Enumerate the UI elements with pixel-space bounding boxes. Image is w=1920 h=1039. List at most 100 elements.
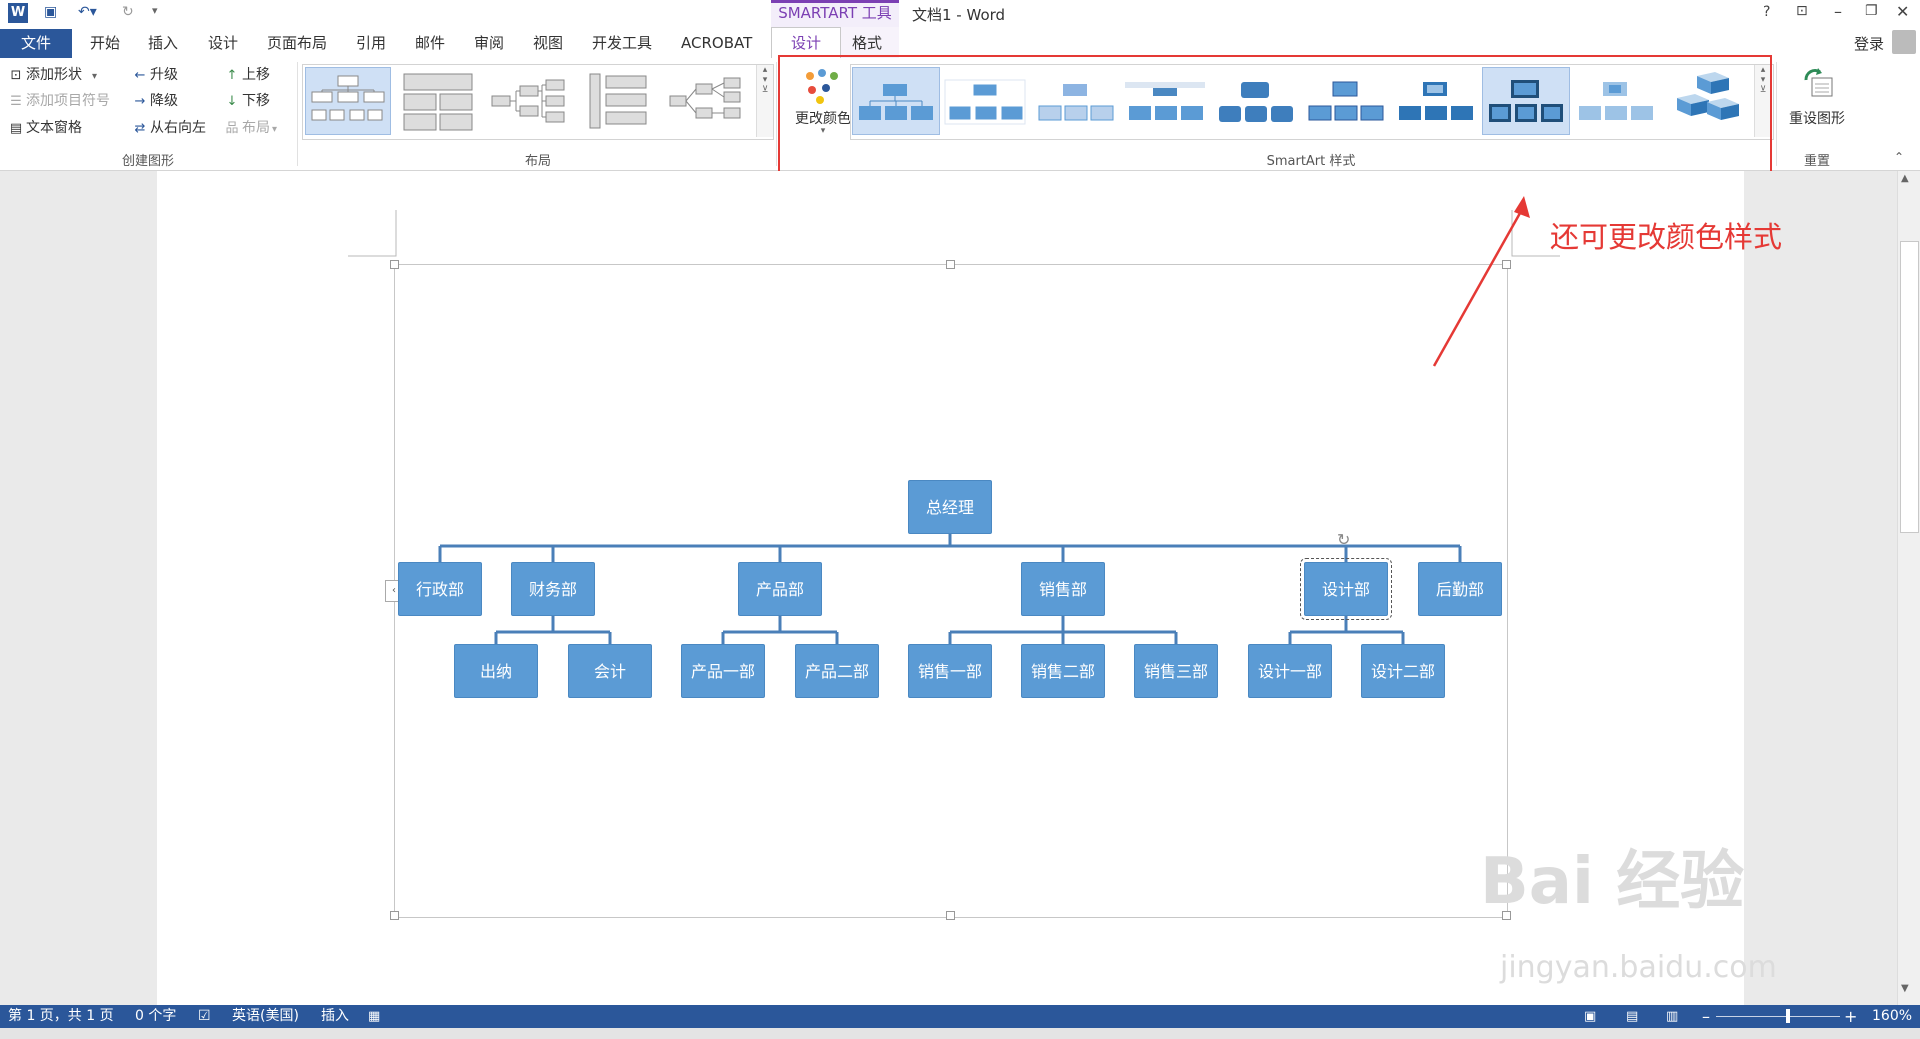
org-node-sub[interactable]: 会计	[568, 644, 652, 698]
arrow-up-icon: ↑	[226, 68, 238, 83]
vertical-scrollbar[interactable]: ▲ ▼	[1897, 171, 1920, 1005]
save-icon[interactable]: ▣	[44, 4, 57, 22]
add-shape-button[interactable]: ⊡ 添加形状 ▾	[8, 63, 97, 87]
org-node-top[interactable]: 总经理	[908, 480, 992, 534]
zoom-slider[interactable]	[1716, 1016, 1840, 1017]
group-separator	[297, 62, 298, 166]
collapse-ribbon-icon[interactable]: ⌃	[1894, 150, 1904, 164]
redo-icon[interactable]: ↻	[122, 4, 134, 22]
highlight-box	[778, 55, 1772, 180]
arrow-right-icon: →	[134, 94, 146, 109]
arrow-down-icon: ↓	[226, 94, 238, 109]
scroll-thumb[interactable]	[1900, 241, 1919, 533]
group-separator	[1776, 62, 1777, 166]
tab-file[interactable]: 文件	[0, 29, 72, 58]
org-node-dept[interactable]: 产品部	[738, 562, 822, 616]
reset-group-label: 重置	[1803, 154, 1830, 169]
restore-icon[interactable]: ❐	[1865, 3, 1878, 19]
org-node-sub[interactable]: 出纳	[454, 644, 538, 698]
tab-mailings[interactable]: 邮件	[415, 30, 445, 56]
status-page[interactable]: 第 1 页，共 1 页	[8, 1005, 114, 1028]
demote-button[interactable]: → 降级	[132, 89, 178, 113]
layout-group-label: 布局	[524, 154, 551, 169]
org-node-sub[interactable]: 设计一部	[1248, 644, 1332, 698]
tab-review[interactable]: 审阅	[474, 30, 504, 56]
undo-icon[interactable]: ↶▾	[78, 4, 97, 22]
zoom-slider-thumb[interactable]	[1786, 1009, 1790, 1023]
taskbar-strip	[0, 1028, 1920, 1039]
scroll-down-icon[interactable]: ▼	[1901, 983, 1909, 994]
watermark-url: jingyan.baidu.com	[1500, 950, 1777, 985]
status-language[interactable]: 英语(美国)	[232, 1005, 299, 1028]
layout-thumb-hierarchy[interactable]	[666, 68, 750, 134]
tab-smartart-design[interactable]: 设计	[771, 27, 841, 58]
layout-thumb-table[interactable]	[396, 68, 480, 134]
read-mode-icon[interactable]: ▣	[1584, 1005, 1596, 1028]
move-up-button[interactable]: ↑ 上移	[224, 63, 270, 87]
arrow-left-icon: ←	[134, 68, 146, 83]
org-node-dept[interactable]: 财务部	[511, 562, 595, 616]
proofing-icon[interactable]: ☑	[198, 1005, 211, 1028]
layout-gallery-scroll[interactable]: ▴ ▾ ⊻	[756, 65, 773, 137]
macro-icon[interactable]: ▦	[368, 1005, 380, 1028]
context-accent-bar	[771, 0, 899, 3]
tab-view[interactable]: 视图	[533, 30, 563, 56]
tab-acrobat[interactable]: ACROBAT	[681, 30, 752, 56]
tab-developer[interactable]: 开发工具	[592, 30, 652, 56]
layout-thumb-horizontal[interactable]	[486, 68, 570, 134]
annotation-arrow	[1432, 196, 1530, 367]
reset-graphic-label: 重设图形	[1789, 111, 1845, 127]
hierarchy-icon: 品	[225, 121, 239, 136]
tab-home[interactable]: 开始	[90, 30, 120, 56]
tab-layout[interactable]: 页面布局	[267, 30, 327, 56]
text-pane-button[interactable]: ▤ 文本窗格	[8, 116, 82, 140]
status-word-count[interactable]: 0 个字	[135, 1005, 176, 1028]
scroll-up-icon[interactable]: ▲	[1901, 173, 1909, 184]
text-pane-icon: ▤	[9, 121, 23, 136]
org-node-dept[interactable]: 后勤部	[1418, 562, 1502, 616]
create-graphic-group-label: 创建图形	[121, 154, 174, 169]
close-icon[interactable]: ✕	[1896, 2, 1909, 21]
org-node-dept-selected[interactable]: 设计部	[1300, 558, 1392, 620]
org-node-sub[interactable]: 设计二部	[1361, 644, 1445, 698]
add-bullet-button[interactable]: ☰ 添加项目符号	[8, 89, 110, 113]
window-title: 文档1 - Word	[912, 6, 1006, 24]
help-button[interactable]: ?	[1763, 4, 1770, 20]
org-node-dept[interactable]: 销售部	[1021, 562, 1105, 616]
org-node-sub[interactable]: 产品二部	[795, 644, 879, 698]
tab-smartart-format[interactable]: 格式	[852, 30, 882, 56]
org-node-sub[interactable]: 产品一部	[681, 644, 765, 698]
status-insert-mode[interactable]: 插入	[321, 1005, 349, 1028]
layout-thumb-list[interactable]	[576, 68, 660, 134]
add-bullet-icon: ☰	[10, 94, 22, 109]
org-node-dept[interactable]: 行政部	[398, 562, 482, 616]
zoom-in-icon[interactable]: +	[1844, 1005, 1857, 1028]
org-node-sub[interactable]: 销售三部	[1134, 644, 1218, 698]
annotation-text: 还可更改颜色样式	[1550, 220, 1783, 254]
layout-thumb-org-chart[interactable]	[305, 67, 391, 135]
quick-access-dropdown-icon[interactable]: ▾	[152, 4, 158, 22]
smartart-tools-title: SMARTART 工具	[771, 0, 899, 27]
org-node-sub[interactable]: 销售二部	[1021, 644, 1105, 698]
move-down-button[interactable]: ↓ 下移	[224, 89, 270, 113]
tab-insert[interactable]: 插入	[148, 30, 178, 56]
promote-button[interactable]: ← 升级	[132, 63, 178, 87]
tab-references[interactable]: 引用	[356, 30, 386, 56]
right-to-left-button[interactable]: ⇄ 从右向左	[132, 116, 206, 140]
word-icon[interactable]: W	[8, 3, 28, 23]
layout-button[interactable]: 品布局 ▾	[224, 116, 277, 140]
ribbon-display-options-icon[interactable]: ⊡	[1796, 3, 1808, 19]
zoom-out-icon[interactable]: –	[1702, 1005, 1710, 1028]
group-separator	[776, 62, 777, 166]
minimize-icon[interactable]: –	[1834, 2, 1842, 21]
watermark-logo: Bai 经验	[1480, 845, 1745, 919]
tab-design[interactable]: 设计	[208, 30, 238, 56]
avatar[interactable]	[1892, 30, 1916, 54]
login-link[interactable]: 登录	[1854, 33, 1884, 54]
print-layout-icon[interactable]: ▤	[1626, 1005, 1638, 1028]
web-layout-icon[interactable]: ▥	[1666, 1005, 1678, 1028]
reset-graphic-button[interactable]: 重设图形	[1782, 64, 1852, 144]
rotate-handle-icon[interactable]: ↻	[1337, 530, 1350, 549]
org-node-sub[interactable]: 销售一部	[908, 644, 992, 698]
zoom-level[interactable]: 160%	[1872, 1005, 1912, 1028]
